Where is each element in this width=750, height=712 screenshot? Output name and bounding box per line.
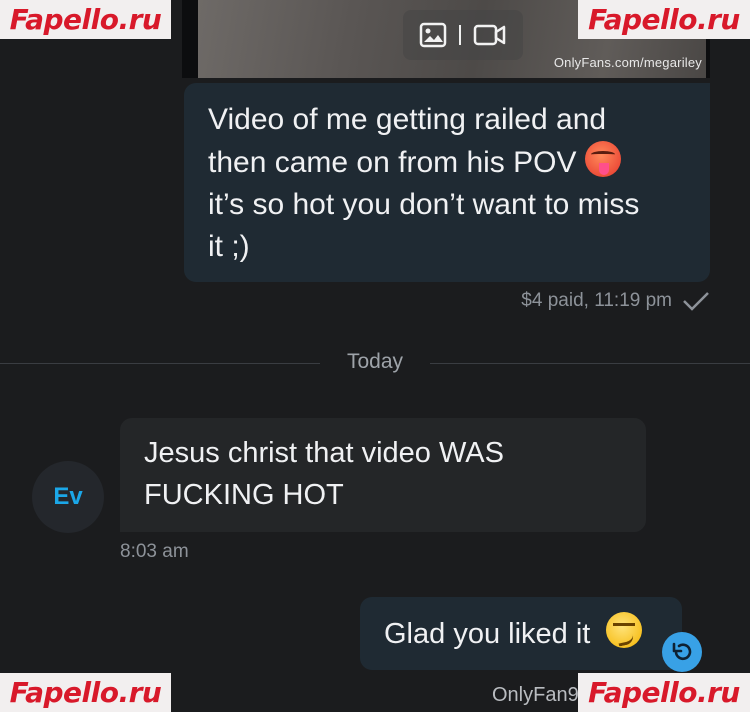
separator-line-right	[430, 363, 750, 364]
media-icon-divider	[459, 25, 461, 45]
video-icon	[473, 24, 506, 46]
message-line: Video of me getting railed and	[208, 103, 607, 136]
smirking-face-emoji-icon	[606, 612, 643, 648]
undo-button[interactable]	[662, 632, 702, 672]
message-line: FUCKING HOT	[144, 479, 344, 511]
image-icon	[419, 22, 447, 48]
message-text: Glad you liked it	[384, 618, 591, 650]
avatar[interactable]: Ev	[32, 461, 104, 533]
date-separator: Today	[0, 350, 750, 376]
message-line: Jesus christ that video WAS	[144, 437, 504, 469]
footer-credit-text: OnlyFan	[492, 684, 568, 706]
watermark-bottom-left: Fapello.ru	[0, 673, 171, 712]
footer-credit: OnlyFan9:	[492, 684, 584, 707]
message-timestamp: 8:03 am	[120, 541, 189, 562]
undo-icon	[672, 642, 692, 661]
message-line: it’s so hot you don’t want to miss	[208, 188, 640, 221]
paid-status-text: $4 paid, 11:19 pm	[521, 290, 672, 311]
message-line: it ;)	[208, 230, 250, 263]
media-type-badge	[403, 10, 523, 60]
message-status: $4 paid, 11:19 pm	[521, 290, 710, 312]
message-bubble-incoming[interactable]: Jesus christ that video WAS FUCKING HOT	[120, 418, 646, 532]
watermark-top-right: Fapello.ru	[578, 0, 750, 39]
message-bubble-outgoing[interactable]: Glad you liked it	[360, 597, 682, 670]
message-line: then came on from his POV	[208, 141, 686, 184]
message-text: then came on from his POV	[208, 146, 577, 179]
separator-label: Today	[346, 350, 404, 373]
hot-face-emoji-icon	[584, 141, 621, 177]
message-bubble-outgoing[interactable]: Video of me getting railed and then came…	[184, 83, 710, 282]
watermark-bottom-right: Fapello.ru	[578, 673, 750, 712]
media-credit: OnlyFans.com/megariley	[553, 55, 702, 70]
checkmark-icon	[683, 292, 709, 311]
watermark-top-left: Fapello.ru	[0, 0, 171, 39]
